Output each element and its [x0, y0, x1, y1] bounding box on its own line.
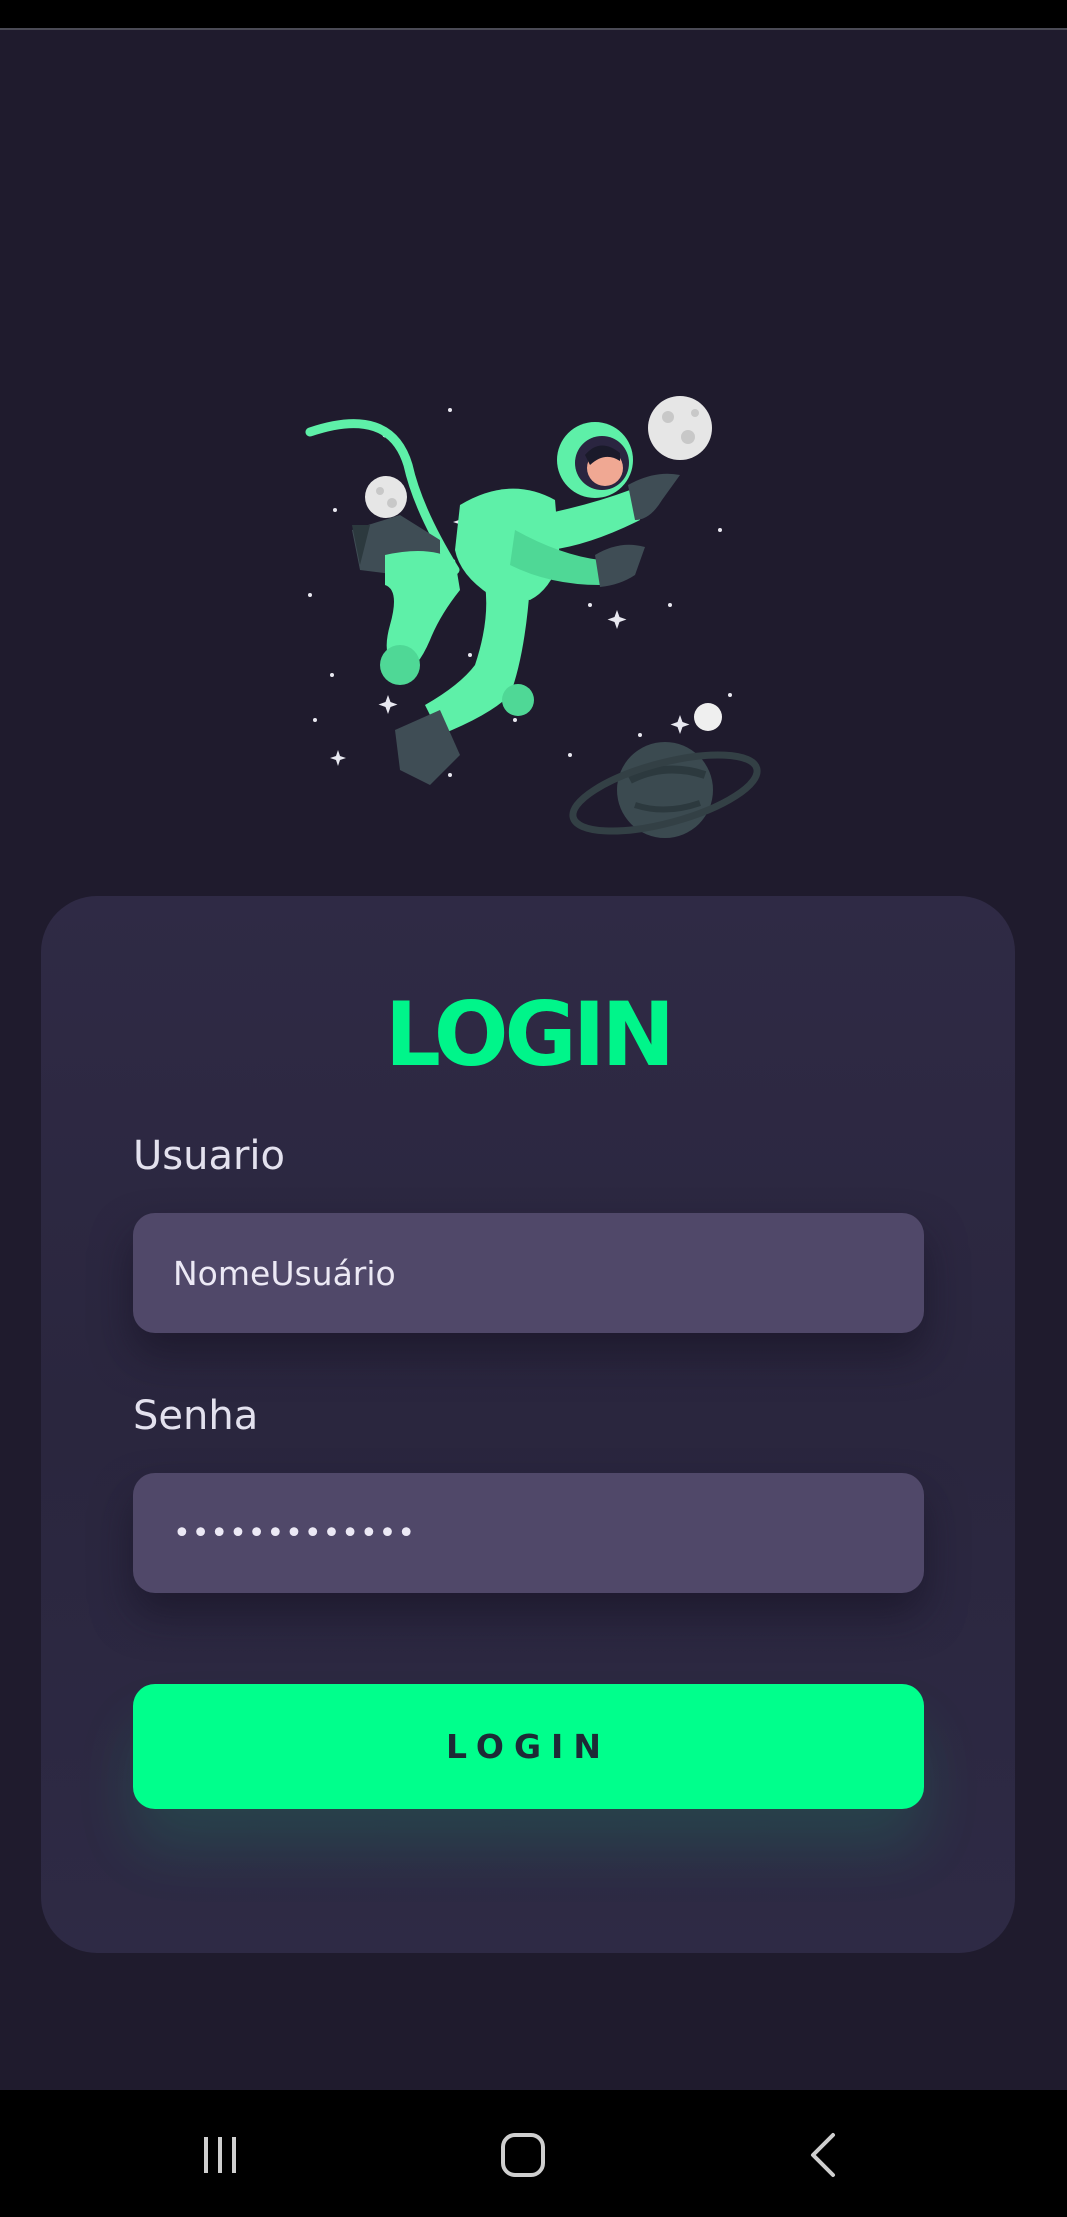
astronaut — [352, 422, 680, 785]
navigation-bar — [0, 2090, 1067, 2217]
page-title: LOGIN — [384, 983, 675, 1086]
login-button[interactable]: LOGIN — [133, 1684, 924, 1809]
back-button[interactable] — [765, 2110, 885, 2200]
home-icon — [501, 2133, 545, 2177]
username-input[interactable]: NomeUsuário — [133, 1213, 924, 1333]
username-value: NomeUsuário — [173, 1253, 396, 1293]
login-card: LOGIN Usuario NomeUsuário Senha ••••••••… — [41, 896, 1015, 1953]
password-label: Senha — [133, 1393, 259, 1439]
status-bar — [0, 0, 1067, 30]
recents-icon — [204, 2137, 236, 2173]
recents-button[interactable] — [160, 2110, 280, 2200]
password-value: ••••••••••••• — [173, 1515, 417, 1551]
back-icon — [811, 2133, 835, 2177]
username-label: Usuario — [133, 1133, 286, 1179]
planet — [569, 742, 761, 838]
app-area: LOGIN Usuario NomeUsuário Senha ••••••••… — [0, 30, 1067, 2090]
password-input[interactable]: ••••••••••••• — [133, 1473, 924, 1593]
astronaut-illustration — [305, 396, 761, 838]
home-button[interactable] — [463, 2110, 583, 2200]
login-screen: LOGIN Usuario NomeUsuário Senha ••••••••… — [0, 0, 1067, 2217]
login-button-label: LOGIN — [446, 1727, 611, 1766]
